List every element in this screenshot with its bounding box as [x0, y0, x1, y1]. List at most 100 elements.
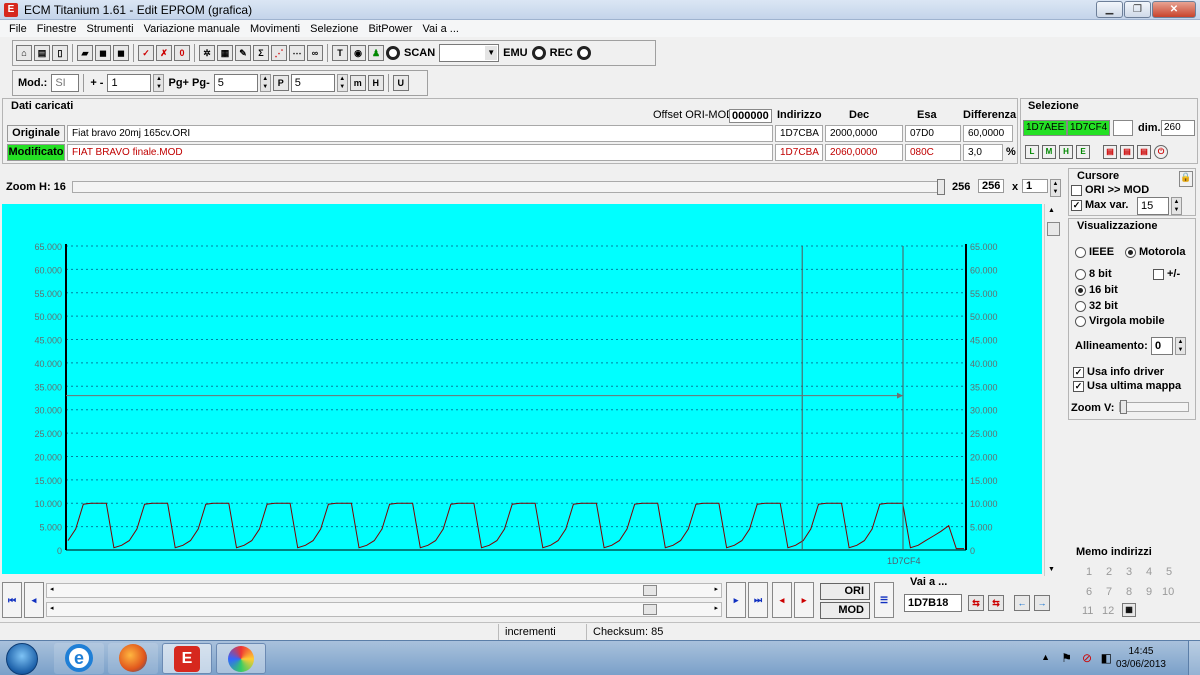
- goto-icon-1[interactable]: ⇆: [968, 595, 984, 611]
- memo-slot[interactable]: 9: [1146, 586, 1152, 598]
- menu-bitpower[interactable]: BitPower: [363, 23, 417, 35]
- memo-slot[interactable]: 6: [1086, 586, 1092, 598]
- menu-movimenti[interactable]: Movimenti: [245, 23, 305, 35]
- sel-start-icon[interactable]: L: [1025, 145, 1039, 159]
- pg-spinner[interactable]: ▲ ▼: [259, 74, 271, 92]
- maxvar-checkbox[interactable]: ✓ Max var.: [1071, 199, 1128, 211]
- offset-value[interactable]: 000000: [729, 109, 772, 123]
- firefox-taskbar-icon[interactable]: [108, 643, 158, 674]
- vscroll-up-icon[interactable]: ▲: [1048, 207, 1055, 214]
- hscroll-top[interactable]: ◂ ▸: [46, 583, 722, 598]
- graph-icon[interactable]: ⋯: [289, 45, 305, 61]
- ori-mod-checkbox[interactable]: ORI >> MOD: [1071, 184, 1149, 196]
- compare-icon[interactable]: ✗: [156, 45, 172, 61]
- chart-icon[interactable]: ⋰: [271, 45, 287, 61]
- m-icon[interactable]: m: [349, 75, 366, 91]
- calc-icon[interactable]: ▦: [217, 45, 233, 61]
- start-button[interactable]: [6, 643, 38, 675]
- modificato-button[interactable]: Modificato: [7, 144, 65, 161]
- align-button[interactable]: ☰: [874, 582, 894, 618]
- mult-spinner[interactable]: ▲ ▼: [1050, 179, 1061, 197]
- emu-label[interactable]: EMU: [501, 47, 529, 59]
- ecm-taskbar-icon[interactable]: E: [162, 643, 212, 674]
- goto-left-icon[interactable]: ←: [1014, 595, 1030, 611]
- sel-paste-icon[interactable]: ▤: [1120, 145, 1134, 159]
- 8bit-radio[interactable]: 8 bit: [1075, 268, 1112, 280]
- save-as-icon[interactable]: ◼: [113, 45, 129, 61]
- rec-label[interactable]: REC: [548, 47, 575, 59]
- tool-icon[interactable]: ✎: [235, 45, 251, 61]
- show-desktop-button[interactable]: [1188, 641, 1200, 675]
- close-button[interactable]: ✕: [1152, 1, 1196, 18]
- memo-slot[interactable]: 2: [1106, 566, 1112, 578]
- hscroll-bottom[interactable]: ◂ ▸: [46, 602, 722, 617]
- zoom-h-slider[interactable]: [72, 179, 945, 195]
- motorola-radio[interactable]: Motorola: [1125, 246, 1185, 258]
- ie-taskbar-icon[interactable]: e: [54, 643, 104, 674]
- ori-button[interactable]: ORI: [820, 583, 870, 600]
- memo-slot[interactable]: 7: [1106, 586, 1112, 598]
- tray-arrow-icon[interactable]: ▲: [1041, 652, 1050, 662]
- memo-slot[interactable]: 11: [1082, 605, 1093, 617]
- lock-icon[interactable]: ◉: [350, 45, 366, 61]
- p-icon[interactable]: P: [272, 75, 289, 91]
- menu-vai-a[interactable]: Vai a ...: [417, 23, 463, 35]
- zoom-field[interactable]: 256: [978, 179, 1005, 193]
- ieee-radio[interactable]: IEEE: [1075, 246, 1114, 258]
- memo-slot[interactable]: 4: [1146, 566, 1152, 578]
- pg-field[interactable]: 5: [213, 74, 258, 92]
- next-button[interactable]: ▸: [726, 582, 746, 618]
- zero-icon[interactable]: 0: [174, 45, 190, 61]
- text-icon[interactable]: T: [332, 45, 348, 61]
- sel-mid-icon[interactable]: M: [1042, 145, 1056, 159]
- maximize-button[interactable]: ❐: [1124, 1, 1151, 18]
- memo-slot[interactable]: 12: [1102, 605, 1114, 617]
- menu-variazione-manuale[interactable]: Variazione manuale: [139, 23, 245, 35]
- goto-right-icon[interactable]: →: [1034, 595, 1050, 611]
- tray-volume-icon[interactable]: ◧: [1101, 651, 1112, 665]
- rec-circle-icon[interactable]: [576, 46, 591, 60]
- minimize-button[interactable]: ▁: [1096, 1, 1123, 18]
- hscroll-bottom-thumb[interactable]: [643, 604, 657, 615]
- goto-icon-2[interactable]: ⇆: [988, 595, 1004, 611]
- clock[interactable]: 14:45 03/06/2013: [1116, 645, 1166, 671]
- virgola-radio[interactable]: Virgola mobile: [1075, 315, 1165, 327]
- p-spinner[interactable]: ▲ ▼: [336, 74, 348, 92]
- emu-circle-icon[interactable]: [531, 46, 546, 60]
- mark-left-button[interactable]: ◂: [772, 582, 792, 618]
- doc-icon[interactable]: ▯: [52, 45, 68, 61]
- binoculars-icon[interactable]: ∞: [307, 45, 323, 61]
- line-chart[interactable]: 0 0 5.000 5.000 10.000 10.000 15.000 15.000 20.0…: [2, 204, 1042, 574]
- u-icon[interactable]: U: [392, 75, 409, 91]
- modificato-differenza[interactable]: 3,0: [963, 144, 1003, 161]
- sel-h-icon[interactable]: H: [1059, 145, 1073, 159]
- plusminus-field[interactable]: 1: [107, 74, 152, 92]
- mult-field[interactable]: 1: [1022, 179, 1048, 193]
- mod-button[interactable]: MOD: [820, 602, 870, 619]
- sel-cut-icon[interactable]: ▤: [1137, 145, 1151, 159]
- usa-info-driver-checkbox[interactable]: ✓ Usa info driver: [1073, 366, 1164, 378]
- scan-label[interactable]: SCAN: [402, 47, 437, 59]
- check-icon[interactable]: ✓: [138, 45, 154, 61]
- memo-slot[interactable]: 8: [1126, 586, 1132, 598]
- usa-ultima-mappa-checkbox[interactable]: ✓ Usa ultima mappa: [1073, 380, 1181, 392]
- sel-end-icon[interactable]: E: [1076, 145, 1090, 159]
- vscroll-down-icon[interactable]: ▼: [1048, 566, 1055, 573]
- hscroll-top-thumb[interactable]: [643, 585, 657, 596]
- memo-slot[interactable]: 5: [1166, 566, 1172, 578]
- allineamento-spinner[interactable]: ▲ ▼: [1175, 337, 1186, 355]
- dim-field[interactable]: 260: [1161, 120, 1195, 136]
- prev-button[interactable]: ◂: [24, 582, 44, 618]
- allineamento-field[interactable]: 0: [1151, 337, 1173, 355]
- scan-dropdown[interactable]: [439, 44, 500, 62]
- windows-icon[interactable]: ▤: [34, 45, 50, 61]
- sel-copy-icon[interactable]: ▤: [1103, 145, 1117, 159]
- plusminus-spinner[interactable]: ▲ ▼: [153, 74, 165, 92]
- plusminus-checkbox[interactable]: +/-: [1153, 268, 1180, 280]
- mark-right-button[interactable]: ▸: [794, 582, 814, 618]
- paint-taskbar-icon[interactable]: [216, 643, 266, 674]
- maxvar-spinner[interactable]: ▲ ▼: [1171, 197, 1182, 215]
- vscroll-thumb[interactable]: [1047, 222, 1060, 236]
- record-circle-icon[interactable]: [386, 46, 400, 60]
- zoomv-thumb[interactable]: [1120, 400, 1127, 414]
